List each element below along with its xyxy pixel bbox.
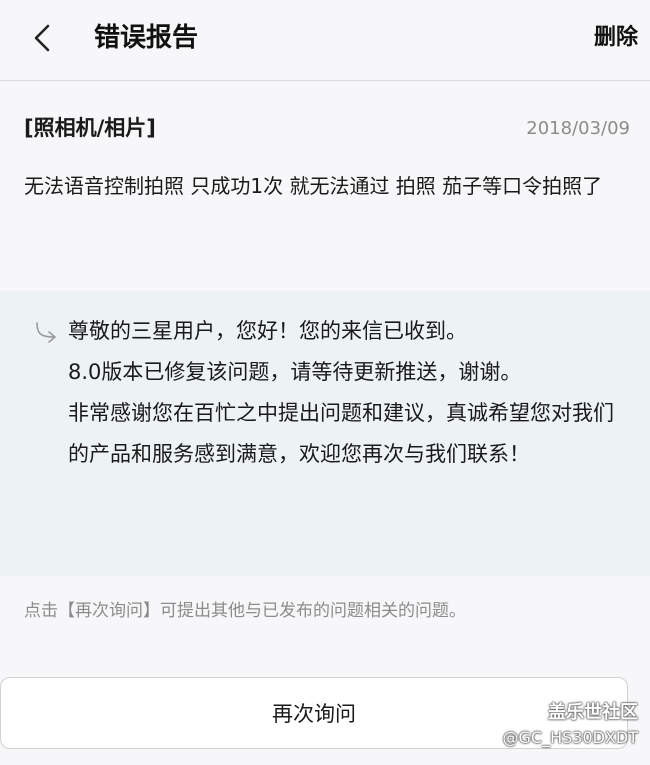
top-bar: 错误报告 删除 — [0, 0, 650, 81]
reply-message: 尊敬的三星用户，您好！您的来信已收到。 8.0版本已修复该问题，请等待更新推送，… — [68, 311, 624, 475]
chevron-left-icon — [34, 24, 50, 52]
back-button[interactable] — [22, 18, 62, 58]
reply-arrow-icon — [36, 322, 56, 343]
hint-text: 点击【再次询问】可提出其他与已发布的问题相关的问题。 — [24, 601, 466, 621]
delete-button[interactable]: 删除 — [594, 18, 638, 58]
watermark: 盖乐世社区 @GC_HS30DXDT — [503, 700, 639, 750]
reply-section: 尊敬的三星用户，您好！您的来信已收到。 8.0版本已修复该问题，请等待更新推送，… — [0, 291, 650, 576]
watermark-handle: @GC_HS30DXDT — [502, 728, 639, 747]
reply-line: 8.0版本已修复该问题，请等待更新推送，谢谢。 — [68, 360, 522, 384]
report-card: [照相机/相片] 2018/03/09 无法语音控制拍照 只成功1次 就无法通过… — [0, 81, 650, 291]
page-title: 错误报告 — [94, 23, 199, 53]
report-category: [照相机/相片] — [24, 116, 156, 140]
report-message: 无法语音控制拍照 只成功1次 就无法通过 拍照 茄子等口令拍照了 — [24, 174, 603, 198]
report-date: 2018/03/09 — [526, 118, 630, 139]
watermark-name: 盖乐世社区 — [548, 702, 638, 723]
reply-line: 尊敬的三星用户，您好！您的来信已收到。 — [68, 319, 467, 343]
reply-line: 非常感谢您在百忙之中提出问题和建议，真诚希望您对我们的产品和服务感到满意，欢迎您… — [68, 401, 614, 466]
